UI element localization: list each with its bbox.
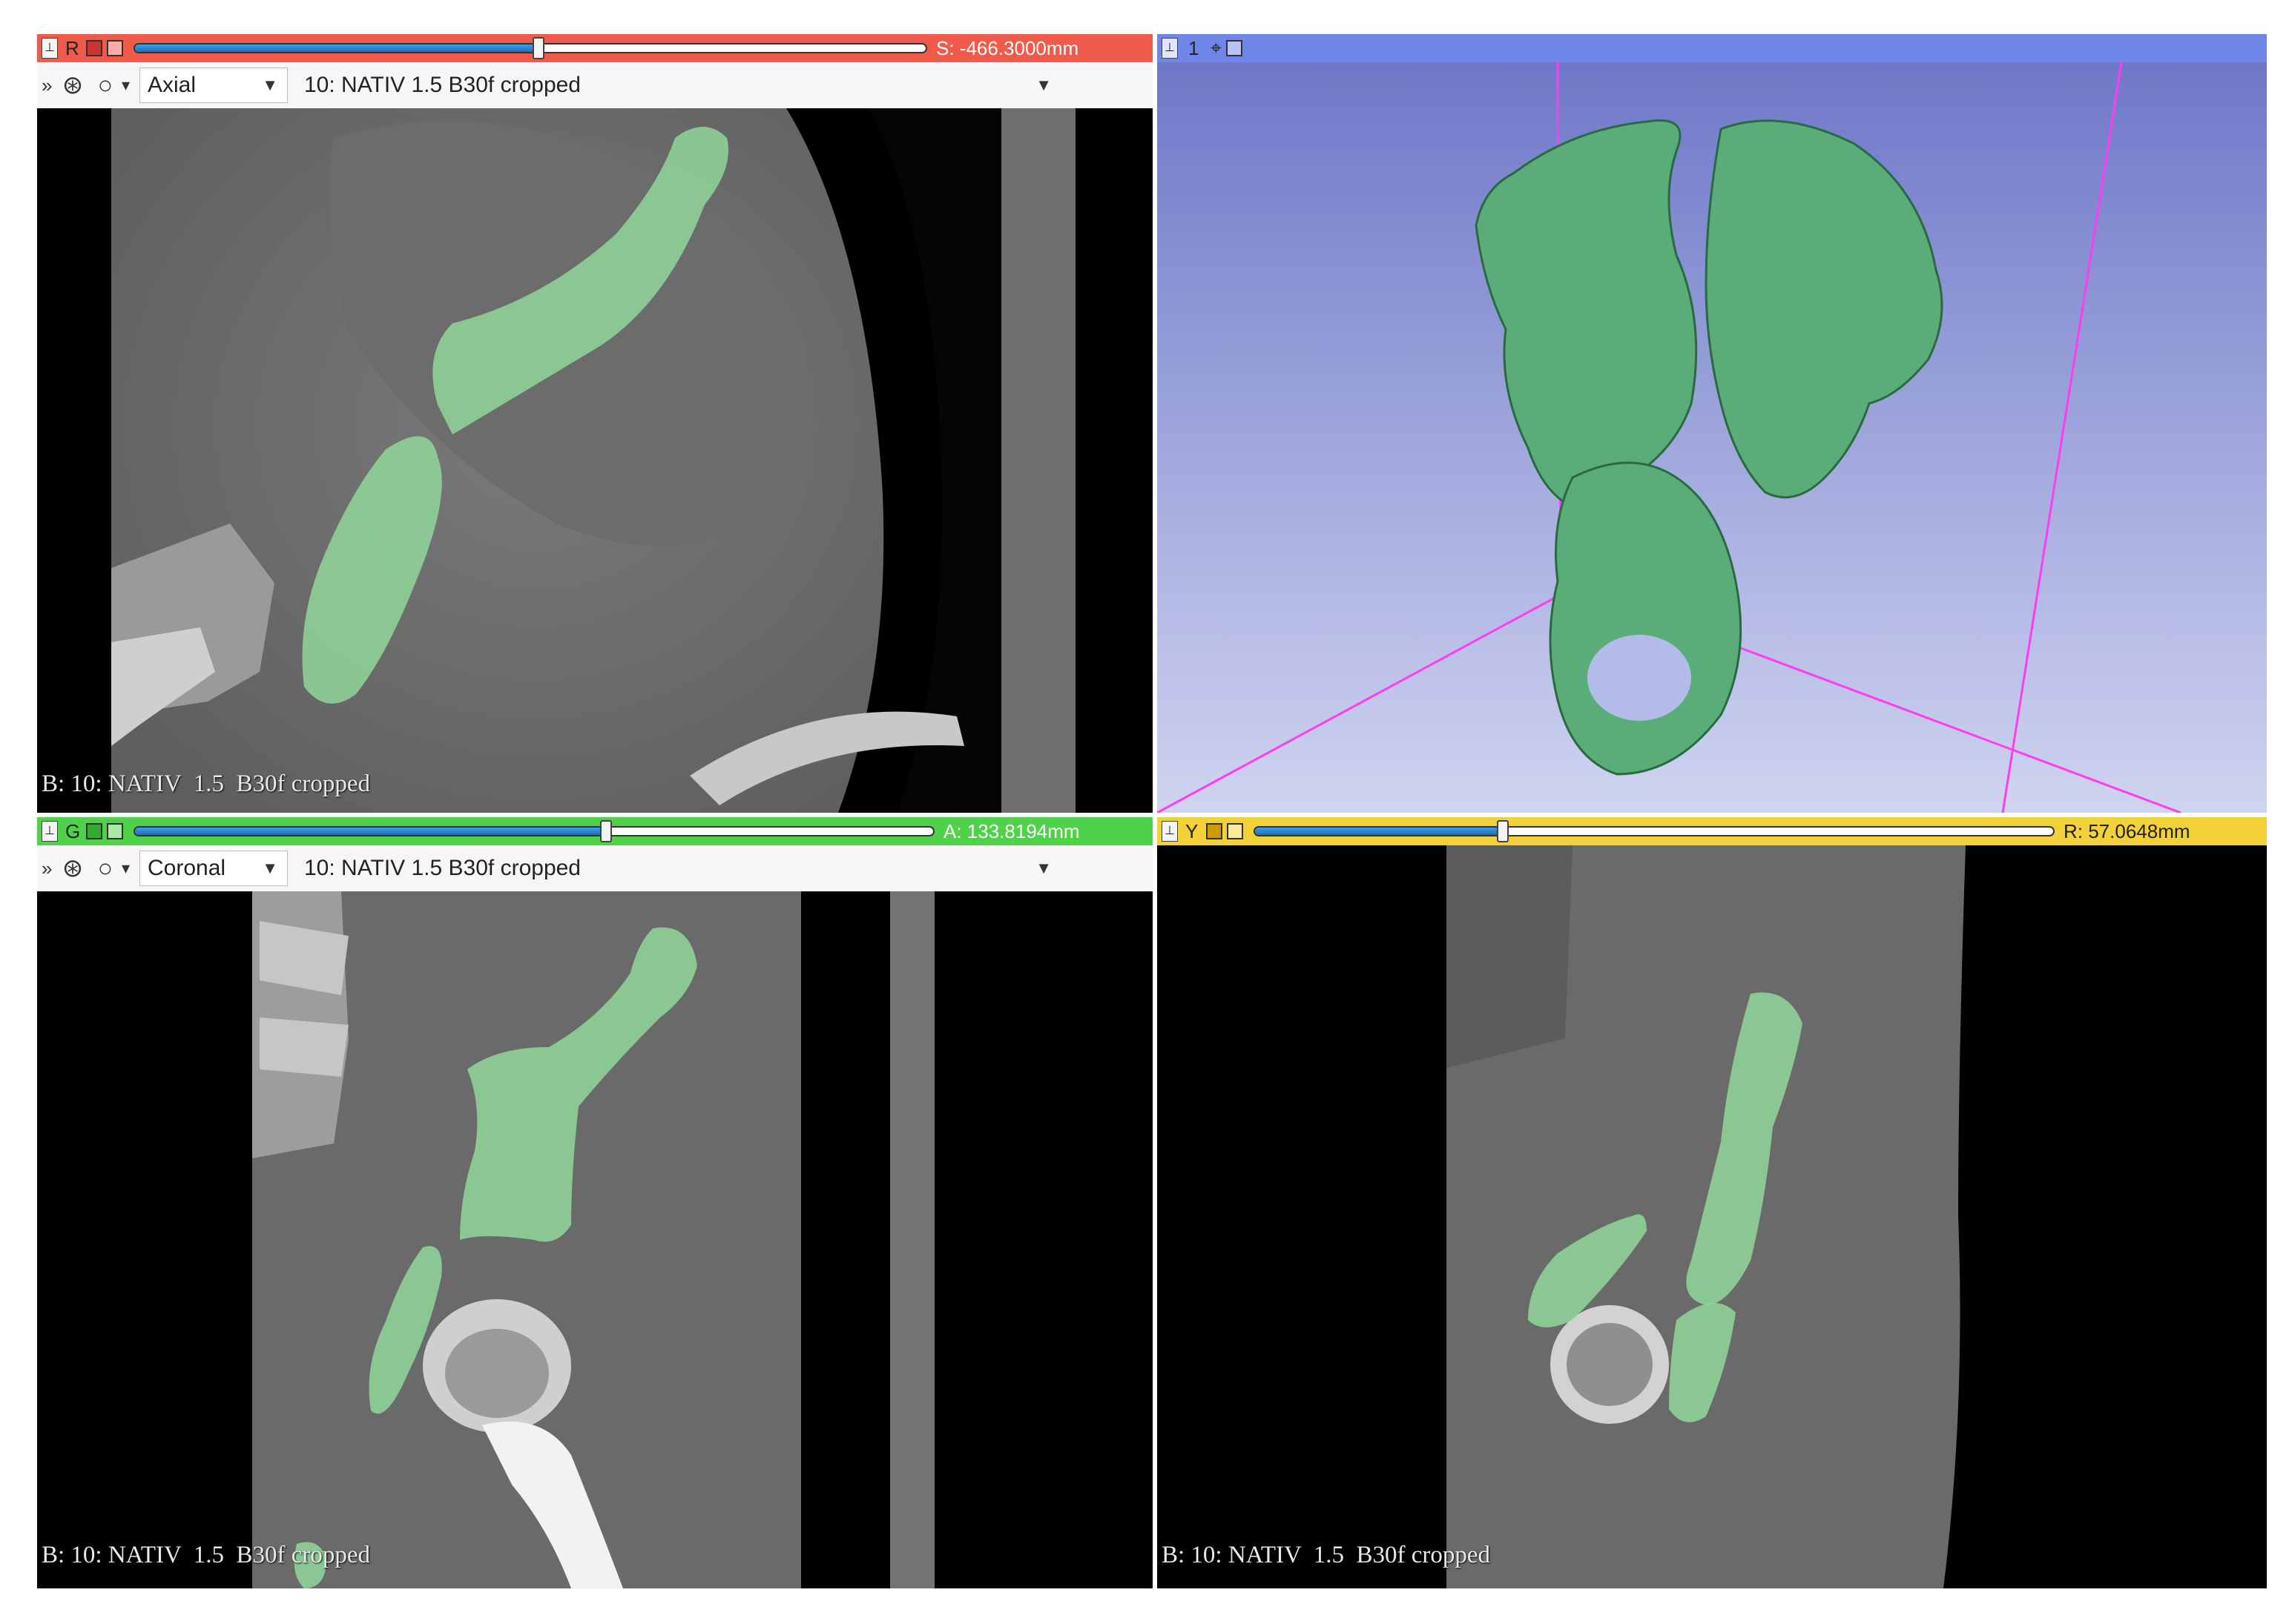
maximize-icon[interactable] bbox=[107, 40, 123, 56]
maximize-icon[interactable] bbox=[1225, 40, 1242, 56]
slider-fill bbox=[135, 828, 606, 835]
slice-offset-slider[interactable] bbox=[134, 37, 927, 59]
volume-caption: B: 10: NATIV 1.5 B30f cropped bbox=[42, 1542, 371, 1568]
slice-controller-bar-red: ⊥ R S: -466.3000mm bbox=[37, 34, 1153, 62]
ct-coronal-image bbox=[37, 891, 1153, 1588]
pin-icon[interactable]: ⊥ bbox=[1162, 821, 1178, 842]
ct-sagittal-image bbox=[1157, 845, 2267, 1588]
link-icon[interactable] bbox=[86, 40, 102, 56]
pelvis-3d-model bbox=[1157, 62, 2267, 813]
ct-axial-image bbox=[37, 108, 1153, 813]
orientation-value: Coronal bbox=[148, 856, 226, 880]
maximize-icon[interactable] bbox=[107, 823, 123, 839]
slice-offset-slider[interactable] bbox=[134, 820, 935, 842]
volume-value: 10: NATIV 1.5 B30f cropped bbox=[304, 73, 581, 97]
three-d-controller-bar: ⊥ 1 ⌖ bbox=[1157, 34, 2267, 62]
volume-caption: B: 10: NATIV 1.5 B30f cropped bbox=[42, 770, 371, 797]
outline-oval-icon[interactable]: ○ bbox=[89, 71, 122, 100]
three-d-view[interactable]: ⊥ 1 ⌖ bbox=[1157, 34, 2267, 813]
orientation-select[interactable]: Axial ▼ bbox=[139, 67, 288, 103]
slider-handle[interactable] bbox=[599, 820, 612, 842]
orientation-select[interactable]: Coronal ▼ bbox=[139, 851, 288, 886]
slider-fill bbox=[135, 44, 539, 52]
volume-caption: B: 10: NATIV 1.5 B30f cropped bbox=[1162, 1542, 1491, 1568]
view-number-label: 1 bbox=[1188, 36, 1199, 59]
pin-icon[interactable]: ⊥ bbox=[42, 38, 58, 59]
slice-view-sagittal[interactable]: ⊥ Y R: 57.0648mm B: 10: NATIV 1.5 B30f c… bbox=[1157, 817, 2267, 1588]
slice-image-axial[interactable]: B: 10: NATIV 1.5 B30f cropped bbox=[37, 108, 1153, 813]
layer-stack-icon[interactable]: ⊛ bbox=[56, 70, 89, 100]
chevron-down-icon: ▼ bbox=[262, 859, 278, 877]
view-name-label: R bbox=[65, 36, 79, 59]
slice-offset-slider[interactable] bbox=[1254, 820, 2055, 842]
chevron-down-icon[interactable]: ▾ bbox=[122, 76, 139, 95]
pin-icon[interactable]: ⊥ bbox=[42, 821, 58, 842]
view-name-label: Y bbox=[1185, 819, 1199, 842]
chevron-down-icon: ▼ bbox=[1035, 859, 1052, 877]
chevron-double-right-icon[interactable]: » bbox=[42, 857, 56, 880]
outline-oval-icon[interactable]: ○ bbox=[89, 854, 122, 883]
slice-controller-bar-green: ⊥ G A: 133.8194mm bbox=[37, 817, 1153, 845]
volume-value: 10: NATIV 1.5 B30f cropped bbox=[304, 856, 581, 880]
volume-select[interactable]: 10: NATIV 1.5 B30f cropped ▼ bbox=[297, 851, 1061, 886]
slider-handle[interactable] bbox=[532, 37, 544, 59]
three-d-render[interactable] bbox=[1157, 62, 2267, 813]
layer-stack-icon[interactable]: ⊛ bbox=[56, 854, 89, 883]
slice-coordinate: A: 133.8194mm bbox=[944, 819, 1080, 842]
link-icon[interactable] bbox=[1206, 823, 1222, 839]
chevron-double-right-icon[interactable]: » bbox=[42, 74, 56, 97]
slider-fill bbox=[1255, 828, 1503, 835]
link-icon[interactable] bbox=[86, 823, 102, 839]
slice-coordinate: R: 57.0648mm bbox=[2064, 819, 2190, 842]
slice-toolbar: » ⊛ ○ ▾ Axial ▼ 10: NATIV 1.5 B30f cropp… bbox=[37, 62, 1153, 109]
pin-icon[interactable]: ⊥ bbox=[1162, 38, 1178, 59]
center-view-icon[interactable]: ⌖ bbox=[1211, 36, 1222, 60]
slice-controller-bar-yellow: ⊥ Y R: 57.0648mm bbox=[1157, 817, 2267, 845]
chevron-down-icon: ▼ bbox=[262, 76, 278, 94]
orientation-value: Axial bbox=[148, 73, 197, 97]
volume-select[interactable]: 10: NATIV 1.5 B30f cropped ▼ bbox=[297, 67, 1061, 103]
slice-toolbar: » ⊛ ○ ▾ Coronal ▼ 10: NATIV 1.5 B30f cro… bbox=[37, 845, 1153, 892]
slice-view-coronal[interactable]: ⊥ G A: 133.8194mm » ⊛ ○ ▾ Coronal ▼ 10: … bbox=[37, 817, 1153, 1588]
chevron-down-icon[interactable]: ▾ bbox=[122, 859, 139, 878]
chevron-down-icon: ▼ bbox=[1035, 76, 1052, 94]
slider-handle[interactable] bbox=[1496, 820, 1509, 842]
maximize-icon[interactable] bbox=[1227, 823, 1243, 839]
slice-image-coronal[interactable]: B: 10: NATIV 1.5 B30f cropped bbox=[37, 891, 1153, 1588]
view-name-label: G bbox=[65, 819, 81, 842]
slice-coordinate: S: -466.3000mm bbox=[936, 36, 1079, 59]
slice-image-sagittal[interactable]: B: 10: NATIV 1.5 B30f cropped bbox=[1157, 845, 2267, 1588]
slice-view-axial[interactable]: ⊥ R S: -466.3000mm » ⊛ ○ ▾ Axial ▼ 10: N… bbox=[37, 34, 1153, 813]
